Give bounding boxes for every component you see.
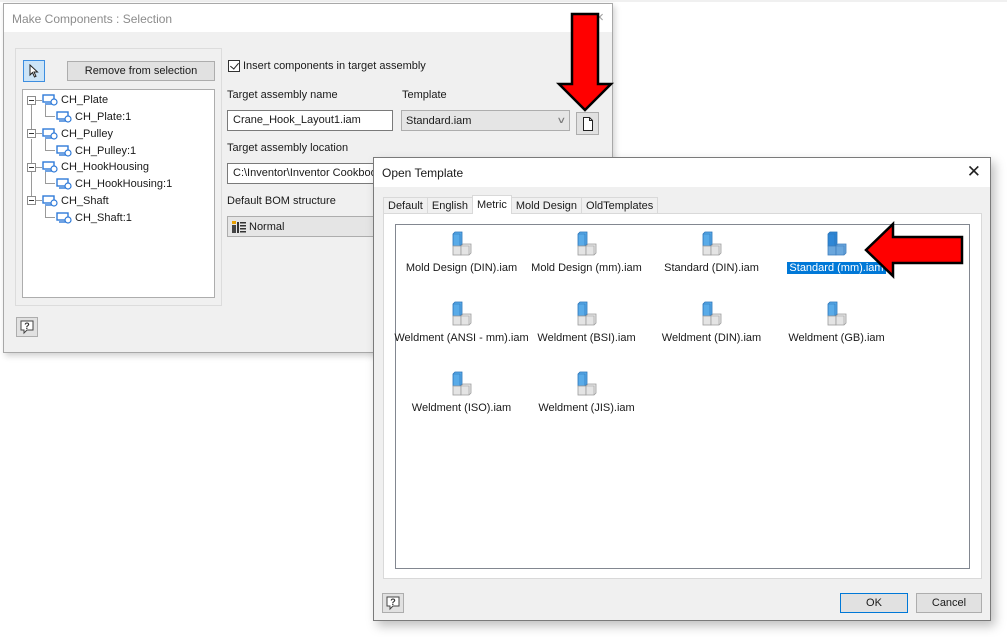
template-dropdown[interactable]: Standard.iam ∨ — [401, 110, 570, 131]
svg-text:?: ? — [390, 597, 396, 607]
template-dropdown-value: Standard.iam — [406, 114, 472, 127]
dialog-title: Open Template — [382, 166, 464, 180]
close-button[interactable]: ✕ — [967, 162, 981, 182]
collapse-icon[interactable] — [27, 162, 36, 172]
tree-line — [45, 205, 55, 218]
assembly-template-icon — [702, 231, 721, 256]
tab-mold-design[interactable]: Mold Design — [510, 197, 583, 213]
left-arrow-shape — [864, 221, 964, 279]
collapse-icon[interactable] — [27, 95, 36, 105]
tree-line — [45, 105, 55, 117]
ok-button[interactable]: OK — [840, 593, 908, 613]
insert-components-label: Insert components in target assembly — [243, 60, 426, 72]
template-label: Template — [402, 89, 447, 101]
select-tool-button[interactable] — [23, 60, 45, 82]
template-file-item[interactable]: Weldment (JIS).iam — [524, 371, 649, 431]
help-button[interactable]: ? — [16, 317, 38, 337]
assembly-template-icon — [452, 371, 471, 396]
template-file-name: Standard (DIN).iam — [664, 262, 759, 274]
tree-child-node[interactable]: CH_HookHousing:1 — [56, 176, 172, 192]
tree-child-node[interactable]: CH_Pulley:1 — [56, 143, 136, 159]
browse-template-button[interactable] — [576, 112, 599, 135]
template-file-item[interactable]: Weldment (DIN).iam — [649, 301, 774, 361]
component-icon — [56, 211, 72, 224]
component-icon — [56, 111, 72, 123]
tree-node-label: CH_Pulley — [61, 127, 113, 140]
tab-english[interactable]: English — [426, 197, 473, 213]
tab-oldtemplates[interactable]: OldTemplates — [581, 197, 659, 213]
insert-components-row: Insert components in target assembly — [228, 60, 426, 72]
left-arrow-annotation — [864, 221, 964, 279]
help-icon: ? — [386, 596, 400, 610]
template-file-item[interactable]: Weldment (ANSI - mm).iam — [394, 301, 529, 361]
title-bar: Open Template ✕ — [374, 158, 990, 187]
assembly-template-icon — [827, 301, 846, 326]
tree-node[interactable]: CH_Pulley — [27, 126, 113, 142]
chevron-down-icon: ∨ — [556, 115, 567, 125]
default-bom-structure-label: Default BOM structure — [227, 195, 336, 207]
down-arrow-annotation — [555, 12, 615, 112]
tree-child-label: CH_HookHousing:1 — [75, 178, 173, 190]
bom-structure-value: Normal — [249, 220, 285, 233]
assembly-template-icon — [452, 231, 471, 256]
template-file-name: Weldment (ANSI - mm).iam — [394, 332, 529, 344]
tree-line — [45, 172, 55, 184]
remove-from-selection-button[interactable]: Remove from selection — [67, 61, 215, 81]
assembly-template-icon — [827, 231, 846, 256]
bom-structure-icon — [232, 220, 246, 233]
template-file-name: Mold Design (DIN).iam — [405, 262, 518, 274]
tab-default[interactable]: Default — [383, 197, 428, 213]
target-assembly-name-input[interactable]: Crane_Hook_Layout1.iam — [227, 110, 393, 131]
tree-node-label: CH_Shaft — [61, 194, 109, 207]
tree-node[interactable]: CH_Plate — [27, 92, 108, 108]
template-file-name: Weldment (BSI).iam — [537, 332, 636, 344]
assembly-template-icon — [452, 301, 471, 326]
help-button[interactable]: ? — [382, 593, 404, 613]
new-file-icon — [582, 116, 593, 131]
tree-child-node[interactable]: CH_Plate:1 — [56, 109, 131, 125]
template-tabs: Default English Metric Mold Design OldTempla… — [383, 195, 659, 214]
collapse-icon[interactable] — [27, 196, 36, 205]
cancel-button[interactable]: Cancel — [916, 593, 982, 613]
template-file-name: Weldment (GB).iam — [788, 332, 885, 344]
title-bar: Make Components : Selection × — [4, 4, 612, 32]
component-icon — [56, 178, 72, 190]
tree-child-label: CH_Pulley:1 — [75, 144, 137, 157]
tab-metric[interactable]: Metric — [471, 195, 512, 214]
down-arrow-shape — [555, 12, 615, 112]
template-file-item[interactable]: Weldment (ISO).iam — [399, 371, 524, 431]
help-icon: ? — [20, 320, 34, 334]
collapse-icon[interactable] — [27, 129, 36, 138]
template-file-item[interactable]: Mold Design (DIN).iam — [399, 231, 524, 291]
tree-line — [45, 138, 55, 151]
svg-text:?: ? — [24, 321, 30, 331]
selection-panel: Remove from selection CH_Plate CH_Plate:1… — [15, 48, 222, 306]
tree-node-label: CH_HookHousing — [61, 161, 150, 173]
background-strip — [0, 0, 1007, 2]
assembly-template-icon — [702, 301, 721, 326]
target-assembly-name-label: Target assembly name — [227, 89, 338, 101]
tree-node-label: CH_Plate — [61, 94, 109, 106]
assembly-template-icon — [577, 301, 596, 326]
template-file-item[interactable]: Mold Design (mm).iam — [524, 231, 649, 291]
cursor-arrow-icon — [29, 64, 39, 78]
component-icon — [56, 144, 72, 157]
assembly-template-icon — [577, 231, 596, 256]
template-file-item[interactable]: Weldment (GB).iam — [774, 301, 899, 361]
template-file-item[interactable]: Standard (DIN).iam — [649, 231, 774, 291]
template-file-name: Weldment (DIN).iam — [661, 332, 762, 344]
template-file-item[interactable]: Weldment (BSI).iam — [524, 301, 649, 361]
template-file-name: Weldment (JIS).iam — [538, 402, 635, 414]
target-assembly-location-label: Target assembly location — [227, 142, 349, 154]
tree-child-label: CH_Shaft:1 — [75, 211, 132, 224]
tree-node[interactable]: CH_Shaft — [27, 193, 109, 209]
tree-child-label: CH_Plate:1 — [75, 111, 132, 123]
template-file-name: Weldment (ISO).iam — [411, 402, 512, 414]
component-tree[interactable]: CH_Plate CH_Plate:1 CH_Pulley CH_Pulley:1 CH… — [22, 89, 215, 298]
assembly-template-icon — [577, 371, 596, 396]
dialog-title: Make Components : Selection — [12, 12, 173, 26]
tree-child-node[interactable]: CH_Shaft:1 — [56, 210, 132, 226]
insert-components-checkbox[interactable] — [228, 60, 240, 72]
template-file-name: Mold Design (mm).iam — [531, 262, 642, 274]
